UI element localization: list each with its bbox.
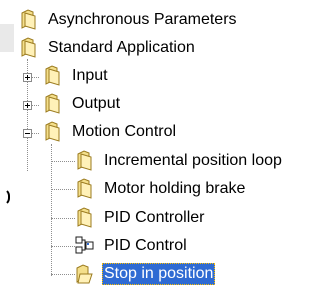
tree-connector-horizontal-brake [51, 189, 75, 190]
tree-item-label: PID Control [104, 237, 187, 254]
tree-connector-horizontal-pid-control [51, 246, 75, 247]
tree-item-label: Motor holding brake [104, 180, 246, 197]
tree-item-label: Asynchronous Parameters [48, 11, 237, 28]
tree-item-label: Stop in position [102, 263, 216, 285]
folder-icon [42, 65, 64, 87]
tree-connector-horizontal-incremental [51, 161, 75, 162]
tree-item-input[interactable]: Input [42, 62, 110, 90]
tree-item-label: Incremental position loop [104, 152, 282, 169]
module-icon [74, 235, 96, 257]
folder-icon [74, 178, 96, 200]
folder-open-icon [74, 263, 96, 285]
tree-item-label: Input [72, 67, 108, 84]
tree-connector-horizontal-stop [51, 274, 75, 275]
folder-icon [42, 93, 64, 115]
tree-item-pid-controller[interactable]: PID Controller [74, 204, 206, 232]
tree-item-standard-application[interactable]: Standard Application [18, 34, 197, 62]
tree-item-motion-control[interactable]: Motion Control [42, 118, 178, 146]
folder-icon [74, 150, 96, 172]
expand-output-icon[interactable] [23, 101, 32, 110]
folder-icon [74, 207, 96, 229]
tree-view[interactable]: Asynchronous Parameters Standard Applica… [0, 0, 324, 286]
tree-connector-horizontal-pid-controller [51, 218, 75, 219]
tree-item-label: Motion Control [72, 123, 177, 140]
folder-icon [18, 37, 40, 59]
tree-item-asynchronous-parameters[interactable]: Asynchronous Parameters [18, 6, 239, 34]
folder-icon [42, 121, 64, 143]
expand-input-icon[interactable] [23, 73, 32, 82]
tree-item-output[interactable]: Output [42, 90, 122, 118]
folder-icon [18, 9, 40, 31]
tree-item-stop-in-position[interactable]: Stop in position [74, 260, 216, 286]
tree-item-label: Standard Application [48, 39, 195, 56]
collapse-motion-control-icon[interactable] [23, 129, 32, 138]
tree-connector-vertical-2 [51, 144, 52, 276]
tree-item-label: PID Controller [104, 209, 205, 226]
tree-item-pid-control[interactable]: PID Control [74, 232, 189, 260]
tree-item-incremental-position-loop[interactable]: Incremental position loop [74, 147, 284, 175]
tree-item-label: Output [72, 95, 121, 112]
tree-item-motor-holding-brake[interactable]: Motor holding brake [74, 175, 247, 203]
